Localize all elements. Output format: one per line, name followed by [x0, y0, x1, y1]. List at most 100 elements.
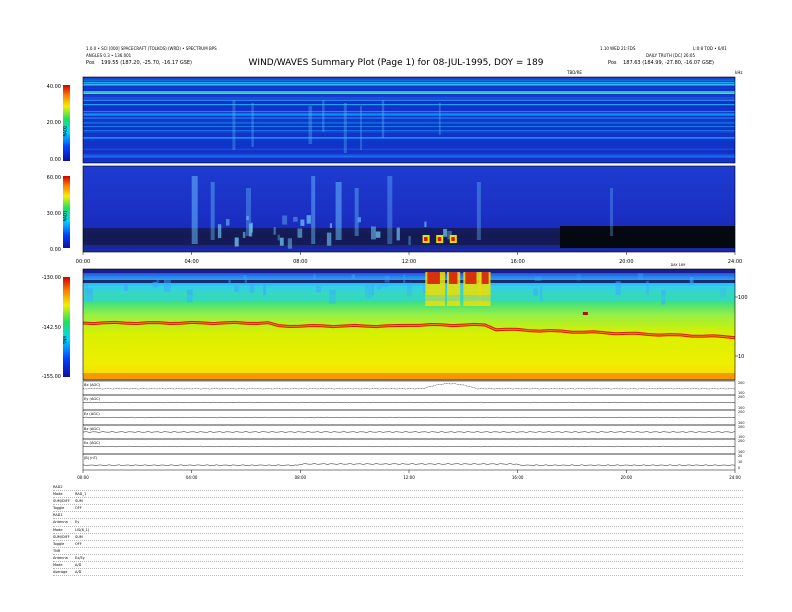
tnr-fleck	[243, 275, 247, 279]
tnr-fleck	[263, 283, 266, 295]
rad2-streak	[322, 100, 325, 132]
meta-label: Antenna	[53, 520, 68, 525]
rad1-burst-fleck	[226, 219, 230, 226]
meta-label: SUM/DIFF	[53, 499, 70, 504]
tnr-fleck	[376, 286, 381, 290]
tnr-fleck	[316, 286, 321, 293]
traces-xtick-label: 00:00	[77, 475, 89, 480]
rad1-xtick-label: 12:00	[402, 259, 416, 265]
meta-row: Average A/D	[53, 569, 743, 577]
rad2-streak	[308, 106, 313, 144]
tnr-fleck	[163, 280, 171, 292]
meta-row: Antenna Ey	[53, 519, 743, 527]
rad1-xtick-label: 08:00	[293, 259, 307, 265]
tnr-red-spot	[582, 312, 588, 315]
meta-label: Toggle	[53, 506, 65, 511]
rad2-freq-line	[83, 117, 735, 119]
meta-value: OFF	[75, 506, 82, 511]
meta-value: SUM	[75, 499, 83, 504]
tnr-fleck	[234, 286, 240, 292]
rad2-spectrogram	[83, 77, 735, 163]
tnr-fleck	[646, 280, 649, 295]
rad2-colorbar	[63, 85, 70, 161]
rad1-burst-fleck	[279, 237, 284, 246]
rad2-freq-line	[83, 131, 735, 133]
tnr-bottom-band	[83, 373, 735, 380]
tnr-fleck	[689, 277, 694, 285]
meta-label: Mode	[53, 563, 63, 568]
rad1-emission-column	[335, 182, 342, 240]
tnr-ylabel: TNR	[63, 336, 68, 345]
meta-row: RAD2	[53, 484, 743, 492]
meta-label: RAD2	[53, 485, 63, 489]
rad2-band-top	[83, 84, 735, 85]
rad2-freq-line	[83, 154, 735, 156]
rad2-freq-line	[83, 99, 735, 101]
tnr-right-tick-100: 100	[738, 295, 748, 301]
rad2-streak	[232, 100, 236, 150]
trace-label: Bz (AGC)	[84, 427, 101, 431]
tnr-ytick-bottom: -155.00	[42, 374, 61, 380]
rad1-burst-red	[437, 237, 442, 241]
rad1-emission-column	[210, 182, 215, 240]
rad1-ylabel: RAD1	[63, 210, 68, 221]
rad1-burst-fleck	[329, 223, 332, 228]
trace-label: Bx (AGC)	[84, 383, 101, 387]
rad1-burst-fleck	[300, 219, 305, 226]
meta-label: SUM/DIFF	[53, 534, 70, 539]
rad2-freq-line	[83, 78, 735, 80]
rad1-emission-column	[354, 188, 359, 236]
tnr-fleck	[124, 284, 129, 291]
trace-right-tick: 200	[738, 381, 744, 385]
rad1-burst-fleck	[326, 232, 332, 246]
rad1-ytick-bottom: 0.00	[50, 247, 61, 253]
tnr-fleck	[576, 274, 581, 281]
traces-xtick-label: 24:00	[729, 475, 741, 480]
rad2-freq-line	[83, 126, 735, 128]
tnr-top-band	[83, 269, 735, 273]
rad2-freq-line	[83, 122, 735, 124]
tnr-fleck	[615, 281, 621, 295]
rad2-freq-line	[83, 130, 735, 131]
meta-value: A/D	[75, 570, 82, 575]
rad2-freq-line	[83, 156, 735, 158]
rad2-freq-line	[83, 155, 735, 157]
rad1-xtick-label: 20:00	[619, 259, 633, 265]
rad2-panel: RAD2 40.00 20.00 0.00	[47, 76, 736, 164]
rad2-ylabel: RAD2	[63, 125, 68, 136]
meta-value: RAD_1	[75, 492, 87, 497]
rad2-freq-line	[83, 87, 735, 89]
rad1-emission-column	[191, 176, 198, 244]
meta-label: Mode	[53, 527, 63, 532]
rad1-burst-fleck	[371, 226, 376, 240]
rad2-streak	[381, 100, 385, 138]
meta-label: Average	[53, 570, 68, 575]
rad1-burst-fleck	[293, 216, 298, 222]
rad1-day-label: DAY 189	[671, 263, 686, 267]
tnr-burst-red	[427, 272, 440, 284]
trace-right-tick: 0	[738, 466, 740, 470]
tnr-burst-red	[465, 272, 477, 284]
trace-frame	[82, 394, 736, 411]
trace-label: Ey (AGC)	[84, 397, 101, 401]
meta-value: Ey	[75, 520, 80, 525]
rad2-band	[83, 104, 735, 106]
rad1-burst-fleck	[297, 228, 303, 238]
meta-label: Antenna	[53, 555, 68, 560]
meta-row: SUM/DIFF SUM	[53, 534, 743, 541]
rad2-freq-line	[83, 148, 735, 150]
tnr-fleck	[384, 275, 390, 283]
rad2-harmonic-band-yellow	[83, 93, 735, 94]
rad2-freq-line	[83, 95, 735, 97]
rad1-panel: RAD1 60.00 30.00 0.00 00:00 04:00 08:00 12:…	[47, 165, 742, 267]
rad2-freq-line	[83, 111, 735, 113]
rad2-freq-line	[83, 137, 735, 138]
tnr-panel: TNR -130.00 -142.50 -155.00 100 10	[42, 268, 748, 381]
meta-row: Antenna Ex/Ey	[53, 555, 743, 563]
trace-right-tick: 200	[738, 425, 744, 429]
meta-value: SUM	[75, 534, 83, 539]
instrument-settings: RAD2 Mode RAD_1 SUM/DIFF SUM Toggle OFF RAD1 Ant…	[53, 484, 743, 577]
tnr-fleck	[85, 284, 88, 289]
tnr-ytick-top: -130.00	[42, 275, 61, 281]
tnr-fleck	[249, 284, 255, 293]
